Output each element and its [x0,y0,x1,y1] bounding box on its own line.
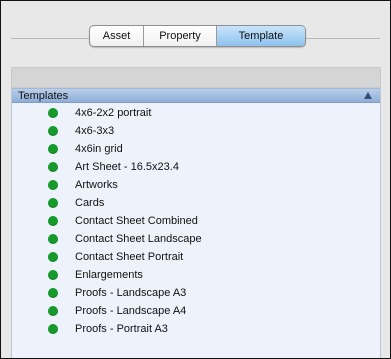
status-dot-icon [48,144,58,154]
list-item[interactable]: Cards [12,194,380,212]
list-item[interactable]: Contact Sheet Portrait [12,248,380,266]
segmented-tab-control: Asset Property Template [89,25,306,47]
list-item-label: Proofs - Landscape A3 [75,287,187,299]
status-dot-icon [48,288,58,298]
template-panel: Asset Property Template Templates 4x6-2x… [0,0,391,359]
list-item[interactable]: Art Sheet - 16.5x23.4 [12,158,380,176]
status-dot-icon [48,306,58,316]
list-item[interactable]: Enlargements [12,266,380,284]
list-item[interactable]: Proofs - Landscape A3 [12,284,380,302]
status-dot-icon [48,108,58,118]
status-dot-icon [48,198,58,208]
list-item-label: Contact Sheet Portrait [75,251,184,263]
list-item-label: 4x6in grid [75,143,123,155]
list-item[interactable]: 4x6in grid [12,140,380,158]
list-item[interactable]: 4x6-2x2 portrait [12,104,380,122]
list-item-label: Art Sheet - 16.5x23.4 [75,161,179,173]
status-dot-icon [48,234,58,244]
templates-list-panel: Templates 4x6-2x2 portrait 4x6-3x3 4x6in… [11,88,381,358]
status-dot-icon [48,216,58,226]
list-item[interactable]: Proofs - Landscape A4 [12,302,380,320]
list-item[interactable]: Proofs - Portrait A3 [12,320,380,338]
triangle-up-icon[interactable] [364,92,372,99]
tab-template[interactable]: Template [217,26,305,46]
list-item-label: Proofs - Landscape A4 [75,305,187,317]
empty-toolbar-band [11,67,381,88]
tab-asset[interactable]: Asset [90,26,144,46]
list-item[interactable]: Contact Sheet Landscape [12,230,380,248]
templates-header-label: Templates [18,90,69,102]
list-item[interactable]: Artworks [12,176,380,194]
templates-column-header[interactable]: Templates [12,88,380,103]
list-item-label: 4x6-3x3 [75,125,115,137]
list-item[interactable]: Contact Sheet Combined [12,212,380,230]
list-item-label: Cards [75,197,105,209]
status-dot-icon [48,180,58,190]
status-dot-icon [48,162,58,172]
status-dot-icon [48,126,58,136]
status-dot-icon [48,324,58,334]
list-item-label: Contact Sheet Combined [75,215,198,227]
list-item-label: Proofs - Portrait A3 [75,323,168,335]
list-item[interactable]: 4x6-3x3 [12,122,380,140]
templates-list: 4x6-2x2 portrait 4x6-3x3 4x6in grid Art … [12,104,380,338]
list-item-label: Contact Sheet Landscape [75,233,202,245]
status-dot-icon [48,252,58,262]
list-item-label: Artworks [75,179,118,191]
list-item-label: 4x6-2x2 portrait [75,107,152,119]
status-dot-icon [48,270,58,280]
list-item-label: Enlargements [75,269,143,281]
tab-property[interactable]: Property [144,26,217,46]
